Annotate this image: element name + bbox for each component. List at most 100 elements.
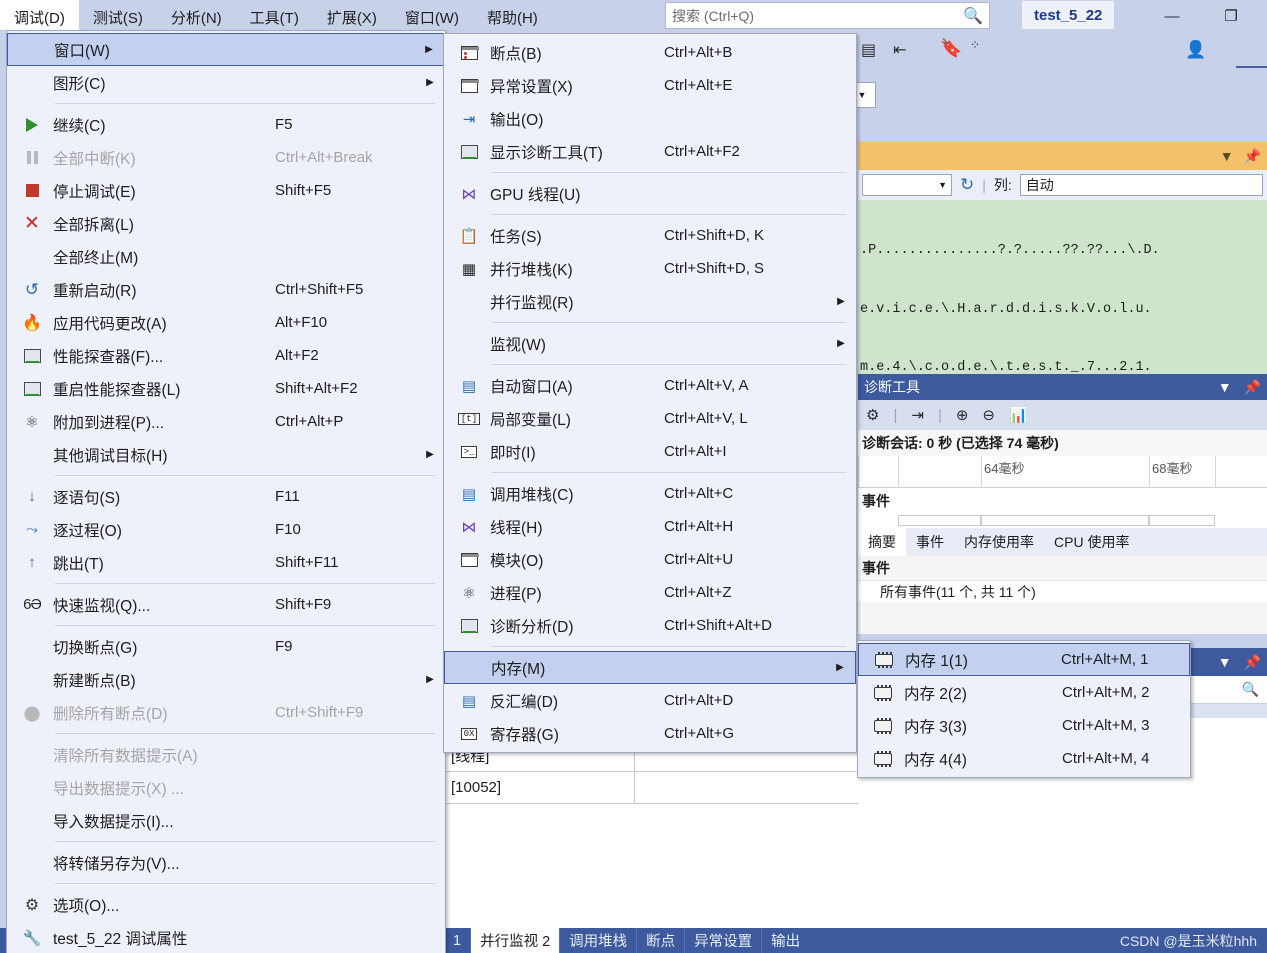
menu-item-restart[interactable]: ↺ 重新启动(R) Ctrl+Shift+F5 xyxy=(7,273,445,306)
menu-item-quick-watch[interactable]: 6Ә 快速监视(Q)... Shift+F9 xyxy=(7,588,445,621)
menubar-item-tools[interactable]: 工具(T) xyxy=(236,0,313,30)
refresh-icon[interactable]: ↻ xyxy=(960,175,974,195)
menu-item-shortcut: Ctrl+Alt+M, 3 xyxy=(1062,717,1150,734)
lr-pin-icon[interactable]: 📌 xyxy=(1244,654,1261,671)
menu-item-debug-properties[interactable]: 🔧 test_5_22 调试属性 xyxy=(7,921,445,953)
lr-dropdown-icon[interactable]: ▼ xyxy=(1218,654,1232,670)
menu-item-other-debug-targets[interactable]: 其他调试目标(H) ▶ xyxy=(7,438,445,471)
menu-item-shortcut: Ctrl+Alt+C xyxy=(664,485,734,502)
memory-window-dropdown-icon[interactable]: ▼ xyxy=(1220,148,1234,164)
menu-item-relaunch-profiler[interactable]: 重启性能探查器(L) Shift+Alt+F2 xyxy=(7,372,445,405)
diagnostic-all-events-row[interactable]: 所有事件(11 个, 共 11 个) xyxy=(858,580,1267,602)
tab-summary[interactable]: 摘要 xyxy=(858,528,906,556)
menu-item-label: 自动窗口(A) xyxy=(490,378,573,396)
bottom-tab-parallel-watch-2[interactable]: 并行监视 2 xyxy=(470,928,560,953)
menu-item-memory-4[interactable]: 内存 4(4) Ctrl+Alt+M, 4 xyxy=(858,742,1190,775)
menu-item-shortcut: Ctrl+Alt+Z xyxy=(664,584,732,601)
menu-item-output[interactable]: ⇥ 输出(O) xyxy=(444,102,856,135)
restore-button[interactable]: ❐ xyxy=(1214,4,1248,28)
bookmark-icon[interactable]: 🔖 xyxy=(940,38,962,59)
menu-item-step-out[interactable]: ↑ 跳出(T) Shift+F11 xyxy=(7,546,445,579)
menu-item-call-stack[interactable]: ▤ 调用堆栈(C) Ctrl+Alt+C xyxy=(444,477,856,510)
menu-item-immediate-window[interactable]: >_ 即时(I) Ctrl+Alt+I xyxy=(444,435,856,468)
menu-item-continue[interactable]: 继续(C) F5 xyxy=(7,108,445,141)
bottom-tab-output[interactable]: 输出 xyxy=(761,928,809,953)
menu-item-new-breakpoint[interactable]: 新建断点(B) ▶ xyxy=(7,663,445,696)
memory-window-pin-icon[interactable]: 📌 xyxy=(1244,148,1261,165)
menu-item-parallel-stacks[interactable]: ▦ 并行堆栈(K) Ctrl+Shift+D, S xyxy=(444,252,856,285)
table-row[interactable]: [10052] xyxy=(445,771,858,804)
menu-item-memory-3[interactable]: 内存 3(3) Ctrl+Alt+M, 3 xyxy=(858,709,1190,742)
menu-item-memory[interactable]: 内存(M) ▶ xyxy=(444,651,856,684)
memory-icon xyxy=(862,684,904,701)
search-icon: 🔍 xyxy=(1241,681,1259,697)
settings-gear-icon[interactable]: ⚙ xyxy=(866,406,879,424)
menubar-item-window[interactable]: 窗口(W) xyxy=(391,0,473,30)
menu-item-modules[interactable]: 模块(O) Ctrl+Alt+U xyxy=(444,543,856,576)
menu-item-breakpoints-window[interactable]: 断点(B) Ctrl+Alt+B xyxy=(444,36,856,69)
bottom-tab-breakpoints[interactable]: 断点 xyxy=(636,928,684,953)
menu-item-attach-to-process[interactable]: ⚛ 附加到进程(P)... Ctrl+Alt+P xyxy=(7,405,445,438)
menubar-item-extensions[interactable]: 扩展(X) xyxy=(313,0,391,30)
minimize-button[interactable]: — xyxy=(1155,4,1189,28)
menu-item-gpu-threads[interactable]: ⋈ GPU 线程(U) xyxy=(444,177,856,210)
parallel-stacks-icon: ▦ xyxy=(461,260,477,278)
memory-column-value[interactable]: 自动 xyxy=(1019,174,1263,196)
menu-item-memory-1[interactable]: 内存 1(1) Ctrl+Alt+M, 1 xyxy=(858,643,1190,676)
bottom-tab-call-stack[interactable]: 调用堆栈 xyxy=(559,928,636,953)
menu-item-performance-profiler[interactable]: 性能探查器(F)... Alt+F2 xyxy=(7,339,445,372)
menu-item-detach-all[interactable]: ✕ 全部拆离(L) xyxy=(7,207,445,240)
menu-item-apply-code-changes[interactable]: 🔥 应用代码更改(A) Alt+F10 xyxy=(7,306,445,339)
export-icon[interactable]: ⇥ xyxy=(911,406,924,424)
menu-item-processes[interactable]: ⚛ 进程(P) Ctrl+Alt+Z xyxy=(444,576,856,609)
bookmark-nav-icon[interactable]: ⁘ xyxy=(970,38,980,52)
parallel-watch-grid: [线程] [10052] xyxy=(443,739,858,928)
menu-item-step-over[interactable]: ⤳ 逐过程(O) F10 xyxy=(7,513,445,546)
zoom-out-icon[interactable]: ⊖ xyxy=(982,406,995,424)
menu-item-window[interactable]: 窗口(W) ▶ xyxy=(7,33,445,66)
tab-memory-usage[interactable]: 内存使用率 xyxy=(954,528,1044,556)
menu-item-toggle-breakpoint[interactable]: 切换断点(G) F9 xyxy=(7,630,445,663)
menubar-item-help[interactable]: 帮助(H) xyxy=(473,0,552,30)
menubar-item-test[interactable]: 测试(S) xyxy=(79,0,157,30)
menu-item-autos-window[interactable]: ▤ 自动窗口(A) Ctrl+Alt+V, A xyxy=(444,369,856,402)
search-placeholder: 搜索 (Ctrl+Q) xyxy=(672,7,755,24)
menu-item-watch[interactable]: 监视(W) ▶ xyxy=(444,327,856,360)
memory-address-combo[interactable]: ▼ xyxy=(862,174,952,196)
diag-pin-icon[interactable]: 📌 xyxy=(1244,379,1261,396)
menu-item-save-dump-as[interactable]: 将转储另存为(V)... xyxy=(7,846,445,879)
disassembly-icon: ▤ xyxy=(461,692,477,710)
bottom-tab-1[interactable]: 1 xyxy=(443,928,470,953)
menu-item-diagnostic-analysis[interactable]: 诊断分析(D) Ctrl+Shift+Alt+D xyxy=(444,609,856,642)
account-icon[interactable]: 👤 xyxy=(1185,40,1206,60)
bottom-tab-exception-settings[interactable]: 异常设置 xyxy=(684,928,761,953)
menu-item-import-datatips[interactable]: 导入数据提示(I)... xyxy=(7,804,445,837)
menubar-item-analyze[interactable]: 分析(N) xyxy=(157,0,236,30)
menu-item-options[interactable]: ⚙ 选项(O)... xyxy=(7,888,445,921)
zoom-in-icon[interactable]: ⊕ xyxy=(956,406,969,424)
chart-icon[interactable]: 📊 xyxy=(1009,406,1028,424)
unindent-icon[interactable]: ⇤ xyxy=(893,40,906,60)
menu-item-show-diagnostic-tools[interactable]: 显示诊断工具(T) Ctrl+Alt+F2 xyxy=(444,135,856,168)
menu-item-stop-debugging[interactable]: 停止调试(E) Shift+F5 xyxy=(7,174,445,207)
menu-item-parallel-watch[interactable]: 并行监视(R) ▶ xyxy=(444,285,856,318)
menu-item-exception-settings[interactable]: 异常设置(X) Ctrl+Alt+E xyxy=(444,69,856,102)
menu-item-registers[interactable]: 0X 寄存器(G) Ctrl+Alt+G xyxy=(444,717,856,750)
menubar-item-debug[interactable]: 调试(D) xyxy=(0,0,79,30)
menu-item-locals[interactable]: [t] 局部变量(L) Ctrl+Alt+V, L xyxy=(444,402,856,435)
format-lines-icon[interactable]: ▤ xyxy=(861,40,876,60)
menu-item-threads[interactable]: ⋈ 线程(H) Ctrl+Alt+H xyxy=(444,510,856,543)
menu-item-step-into[interactable]: ↓ 逐语句(S) F11 xyxy=(7,480,445,513)
step-over-icon: ⤳ xyxy=(25,521,38,538)
menu-item-disassembly[interactable]: ▤ 反汇编(D) Ctrl+Alt+D xyxy=(444,684,856,717)
tab-cpu-usage[interactable]: CPU 使用率 xyxy=(1044,528,1139,556)
diagnostic-analysis-icon xyxy=(448,618,490,633)
memory-window-toolbar: ▼ ↻ | 列: 自动 xyxy=(858,170,1267,200)
tab-events[interactable]: 事件 xyxy=(906,528,954,556)
menu-item-terminate-all[interactable]: 全部终止(M) xyxy=(7,240,445,273)
diag-dropdown-icon[interactable]: ▼ xyxy=(1218,379,1232,395)
menu-item-memory-2[interactable]: 内存 2(2) Ctrl+Alt+M, 2 xyxy=(858,676,1190,709)
menu-item-graphics[interactable]: 图形(C) ▶ xyxy=(7,66,445,99)
menu-item-tasks[interactable]: 📋 任务(S) Ctrl+Shift+D, K xyxy=(444,219,856,252)
search-input[interactable]: 搜索 (Ctrl+Q) 🔍 xyxy=(665,2,990,29)
